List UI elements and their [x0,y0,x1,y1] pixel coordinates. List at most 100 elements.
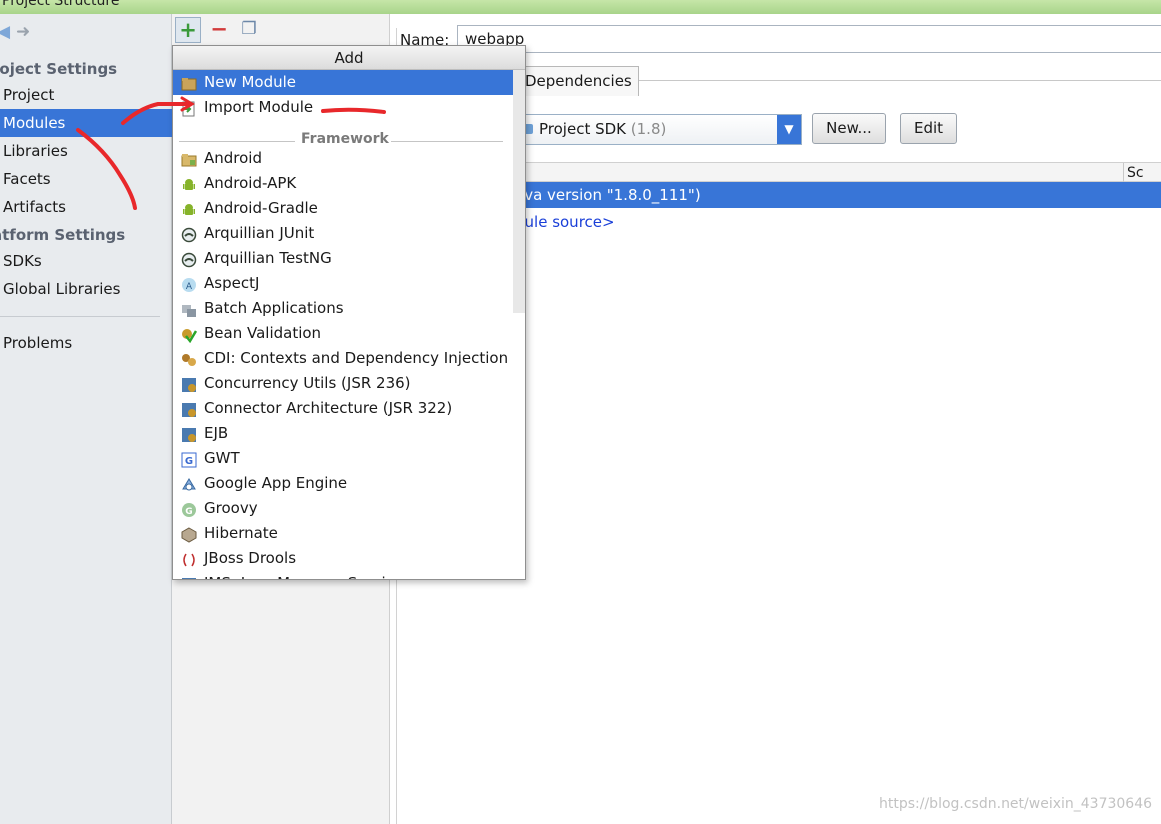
menu-item-label: Import Module [204,98,314,116]
sidebar-item-artifacts[interactable]: Artifacts [0,193,172,221]
framework-item[interactable]: Concurrency Utils (JSR 236) [173,371,513,396]
new-sdk-button[interactable]: New... [812,113,886,144]
menu-item-label: New Module [204,73,297,91]
menu-item-new-module[interactable]: New Module [173,70,513,95]
framework-item-label: Google App Engine [204,474,348,492]
framework-item[interactable]: G Groovy [173,496,513,521]
framework-item[interactable]: EJB [173,421,513,446]
framework-item[interactable]: Bean Validation [173,321,513,346]
framework-item-label: Concurrency Utils (JSR 236) [204,374,411,392]
framework-item[interactable]: Android-APK [173,171,513,196]
module-sdk-select[interactable]: Project SDK (1.8) ▼ [515,114,802,145]
framework-item-label: GWT [204,449,240,467]
batch-icon [181,301,197,317]
sidebar-item-problems[interactable]: Problems [0,329,172,357]
bean-validation-icon [181,326,198,344]
sidebar-item-libraries[interactable]: Libraries [0,137,172,165]
javaee-icon [181,401,197,417]
window-title: Project Structure [2,0,120,9]
tab-dependencies[interactable]: Dependencies [518,66,639,96]
framework-item[interactable]: JBoss Drools [173,546,513,571]
platform-settings-header: atform Settings [0,226,126,244]
framework-item[interactable]: Android [173,146,513,171]
edit-sdk-button[interactable]: Edit [900,113,957,144]
framework-item[interactable]: A AspectJ [173,271,513,296]
framework-item-label: Android-APK [204,174,297,192]
framework-item[interactable]: CDI: Contexts and Dependency Injection [173,346,513,371]
module-name-input[interactable]: webapp [457,25,1161,53]
framework-item-label: Arquillian TestNG [204,249,332,267]
window-title-bar: Project Structure [0,0,1161,14]
arquillian-icon [181,251,197,268]
project-settings-header: roject Settings [0,60,118,78]
sidebar-item-global-libraries[interactable]: Global Libraries [0,275,172,303]
javaee-icon [181,426,197,442]
hibernate-icon [181,526,197,543]
new-module-icon [181,75,197,91]
svg-text:A: A [186,282,193,292]
sidebar-item-project[interactable]: Project [0,81,172,109]
minus-icon[interactable]: − [206,17,232,43]
drools-icon [181,551,197,567]
android-icon [181,201,197,217]
column-divider[interactable] [1123,163,1124,183]
aspectj-icon: A [181,276,197,292]
framework-item-label: Batch Applications [204,299,344,317]
nav-arrows: ◀ ➜ [0,22,60,44]
framework-item-label: Hibernate [204,524,278,542]
javaee-icon [181,376,197,392]
framework-item[interactable]: Connector Architecture (JSR 322) [173,396,513,421]
separator-line [391,141,503,142]
framework-item[interactable]: Google App Engine [173,471,513,496]
sdk-version: (1.8) [630,120,667,138]
framework-item[interactable]: Arquillian TestNG [173,246,513,271]
watermark: https://blog.csdn.net/weixin_43730646 [879,796,1153,812]
framework-item-label: Connector Architecture (JSR 322) [204,399,453,417]
arquillian-icon [181,226,197,243]
folder-icon [181,151,197,167]
popup-title: Add [173,46,525,70]
svg-text:G: G [185,507,192,517]
import-module-icon [181,100,197,117]
plus-icon[interactable]: + [175,17,201,43]
cdi-icon [181,351,197,367]
forward-arrow-icon[interactable]: ➜ [16,22,30,42]
back-arrow-icon[interactable]: ◀ [0,22,10,42]
android-icon [181,176,197,192]
framework-item-label: Android [204,149,262,167]
framework-item[interactable]: Android-Gradle [173,196,513,221]
menu-item-import-module[interactable]: Import Module [173,95,513,120]
framework-group-label: Framework [298,131,392,147]
framework-item[interactable]: Hibernate [173,521,513,546]
framework-item-label: JMS: Java Message Service [204,574,403,579]
chevron-down-icon[interactable]: ▼ [777,115,801,144]
framework-item-label: AspectJ [204,274,260,292]
gwt-icon: G [181,451,197,468]
separator-line [179,141,295,142]
sidebar-item-facets[interactable]: Facets [0,165,172,193]
framework-item-label: EJB [204,424,229,442]
sdk-select-value: Project SDK [539,120,626,138]
javaee-icon [181,576,197,579]
groovy-icon: G [181,501,197,517]
sidebar-item-sdks[interactable]: SDKs [0,247,172,275]
copy-icon[interactable]: ❐ [236,17,262,43]
settings-sidebar: ◀ ➜ roject Settings Project Modules Libr… [0,14,172,824]
framework-item[interactable]: JMS: Java Message Service [173,571,513,579]
framework-item-label: CDI: Contexts and Dependency Injection [204,349,509,367]
framework-item-label: Groovy [204,499,258,517]
scope-column-header[interactable]: Sc [1127,163,1144,183]
popup-scrollbar[interactable] [513,70,525,313]
framework-item[interactable]: Arquillian JUnit [173,221,513,246]
sidebar-divider [0,316,160,317]
svg-text:G: G [185,456,193,467]
framework-item[interactable]: Batch Applications [173,296,513,321]
framework-item[interactable]: G GWT [173,446,513,471]
framework-item-label: Bean Validation [204,324,322,342]
app-engine-icon [181,476,197,492]
framework-item-label: Android-Gradle [204,199,318,217]
framework-item-label: Arquillian JUnit [204,224,315,242]
add-popup-menu: Add New Module Import Module Framework A… [172,45,526,580]
sidebar-item-modules[interactable]: Modules [0,109,172,137]
framework-item-label: JBoss Drools [204,549,297,567]
